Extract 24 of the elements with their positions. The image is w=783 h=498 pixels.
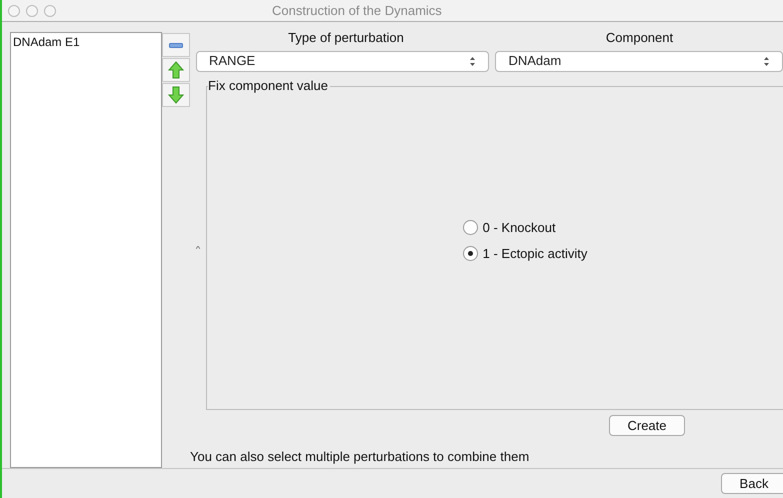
window-control-icon[interactable]: [8, 4, 20, 16]
hint-text: You can also select multiple perturbations to combine them: [190, 448, 530, 466]
group-title: Fix component value: [208, 78, 330, 94]
window-control-icon[interactable]: [26, 4, 38, 16]
back-button[interactable]: Back: [721, 473, 783, 494]
stepper-icon: [763, 56, 770, 66]
stepper-icon: [469, 56, 476, 66]
move-down-button[interactable]: [162, 83, 190, 107]
window-control-icon[interactable]: [44, 4, 56, 16]
window-title: Construction of the Dynamics: [272, 2, 442, 20]
perturbation-type-select[interactable]: RANGE: [196, 50, 490, 72]
radio-option[interactable]: 1 - Ectopic activity: [462, 244, 588, 263]
list-item[interactable]: DNAdam E1: [11, 33, 161, 51]
type-of-perturbation-label: Type of perturbation: [287, 29, 405, 47]
move-up-button[interactable]: [162, 58, 190, 82]
create-button[interactable]: Create: [609, 414, 685, 436]
arrow-up-icon: [168, 61, 184, 79]
caret-icon: [196, 246, 200, 248]
minus-icon: [169, 42, 183, 48]
component-select[interactable]: DNAdam: [495, 50, 783, 72]
remove-button[interactable]: [162, 33, 190, 57]
component-label: Component: [604, 29, 674, 47]
arrow-down-icon: [168, 86, 184, 104]
radio-option[interactable]: 0 - Knockout: [462, 218, 588, 238]
